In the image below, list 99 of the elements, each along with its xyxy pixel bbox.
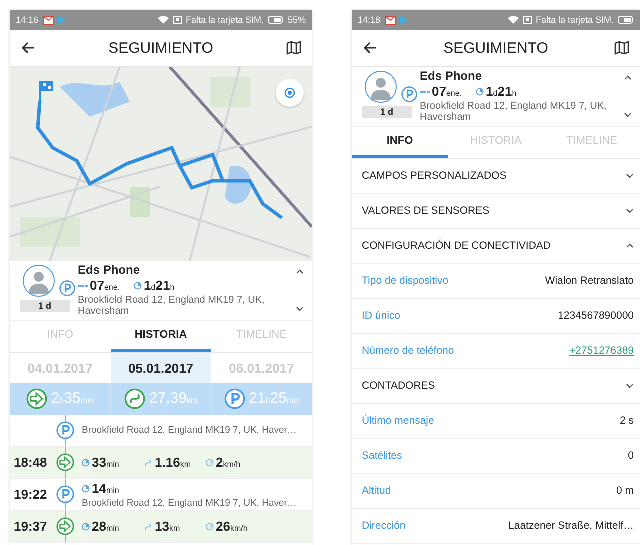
parking-icon	[56, 421, 74, 440]
battery-icon	[618, 16, 634, 24]
field-value: 1234567890000	[558, 310, 634, 322]
parking-icon	[56, 485, 74, 504]
back-arrow-icon[interactable]	[20, 40, 36, 56]
parking-row[interactable]: Brookfield Road 12, England MK19 7, UK, Haver…	[10, 415, 312, 447]
date-text: 07ene.	[90, 277, 120, 295]
address-text: Brookfield Road 12, England MK19 7, UK, Haver…	[82, 425, 298, 436]
map-icon[interactable]	[614, 40, 630, 56]
mail-icon	[384, 16, 396, 24]
distance-text: 1.16km	[155, 454, 191, 472]
sim-icon	[522, 16, 532, 24]
tab[interactable]: INFO	[352, 127, 448, 158]
route-circle-icon	[124, 388, 146, 410]
trip-total: 2h35min	[51, 390, 94, 408]
arrow-circle-icon	[26, 388, 48, 410]
time-badge: 1 d	[20, 300, 70, 312]
speed-text: 26km/h	[216, 518, 248, 536]
chevron-up-icon[interactable]	[624, 75, 632, 81]
duration-text: 28min	[92, 518, 120, 536]
screen-title: SEGUIMIENTO	[108, 40, 214, 56]
sim-icon	[172, 16, 182, 24]
arrow-circle-icon	[56, 517, 74, 536]
device-address: Brookfield Road 12, England MK19 7, UK, Haversham	[78, 295, 266, 317]
duration-text: 14min	[92, 480, 120, 498]
section-header[interactable]: VALORES DE SENSORES	[352, 194, 640, 229]
field-value: Wialon Retranslato	[545, 275, 634, 287]
field-label: Satélites	[362, 450, 404, 462]
section-title: VALORES DE SENSORES	[362, 205, 491, 217]
clock-icon	[82, 522, 90, 530]
chevron-down-icon[interactable]	[624, 112, 632, 118]
speedometer-icon	[206, 458, 214, 466]
chevron-up-icon[interactable]	[296, 269, 304, 275]
route-icon	[144, 522, 153, 530]
parking-icon	[59, 280, 76, 297]
mail-icon	[42, 16, 54, 24]
section-header[interactable]: CONTADORES	[352, 369, 640, 404]
map-drawing[interactable]	[10, 67, 312, 261]
time-badge: 1 d	[362, 106, 412, 118]
map-icon[interactable]	[286, 40, 302, 56]
field-label: Número de teléfono	[362, 345, 456, 357]
duration-text: 1d21h	[486, 83, 517, 101]
field-label: Altitud	[362, 485, 392, 497]
duration-text: 1d21h	[144, 277, 175, 295]
wifi-icon	[158, 16, 169, 24]
section-title: CONTADORES	[362, 380, 436, 392]
field-label: Último mensaje	[362, 415, 436, 427]
clock-icon	[134, 282, 142, 290]
parking-icon	[401, 86, 418, 103]
section-header[interactable]: CAMPOS PERSONALIZADOS	[352, 159, 640, 194]
time-text: 18:48	[14, 455, 48, 470]
speed-text: 2km/h	[216, 454, 241, 472]
field-label: Dirección	[362, 520, 407, 532]
clock-icon	[476, 88, 484, 96]
chevron-down-icon[interactable]	[296, 306, 304, 312]
status-text: Falta la tarjeta SIM.	[186, 15, 264, 25]
field-value: Laatzener Straße, Mittelf…	[508, 520, 634, 532]
clock-icon	[82, 485, 90, 493]
trip-row[interactable]: 18:48 33min 1.16km 2km/h	[10, 447, 312, 479]
address-text: Brookfield Road 12, England MK19 7, UK, Haver…	[82, 498, 298, 509]
battery-percent: 55%	[288, 15, 306, 25]
section-title: CAMPOS PERSONALIZADOS	[362, 170, 508, 182]
time-text: 19:37	[14, 519, 48, 534]
speedometer-icon	[206, 522, 214, 530]
parking-total: 21h25min	[249, 390, 300, 408]
battery-icon	[268, 16, 284, 24]
target-icon	[284, 87, 296, 99]
field-label: ID único	[362, 310, 402, 322]
signal-icon	[78, 283, 88, 289]
section-title: CONFIGURACIÓN DE CONECTIVIDAD	[362, 240, 552, 252]
field-label: Tipo de dispositivo	[362, 275, 450, 287]
field-value: 2 s	[620, 415, 634, 427]
signal-icon	[420, 89, 430, 95]
duration-text: 33min	[92, 454, 120, 472]
field-value: 0 m	[616, 485, 634, 497]
status-time: 14:16	[16, 15, 39, 25]
status-text: Falta la tarjeta SIM.	[536, 15, 614, 25]
distance-total: 27,39km	[149, 390, 198, 408]
time-text: 19:22	[14, 487, 48, 502]
device-name: Eds Phone	[420, 69, 484, 83]
arrow-circle-icon	[56, 453, 74, 472]
play-icon	[400, 16, 408, 24]
play-icon	[58, 16, 66, 24]
screen-title: SEGUIMIENTO	[442, 40, 550, 56]
parking-row[interactable]: 19:22 14min Brookfield Road 12, England MK19 7, UK, Haver…	[10, 479, 312, 511]
device-address: Brookfield Road 12, England MK19 7, UK, Haversham	[420, 101, 608, 123]
trip-row[interactable]: 19:37 28min 13km 26km/h	[10, 511, 312, 543]
route-icon	[144, 458, 153, 466]
distance-text: 13km	[155, 518, 180, 536]
section-header[interactable]: CONFIGURACIÓN DE CONECTIVIDAD	[352, 229, 640, 264]
date-text: 07ene.	[432, 83, 462, 101]
wifi-icon	[508, 16, 519, 24]
device-name: Eds Phone	[78, 263, 142, 277]
parking-icon	[224, 388, 246, 410]
clock-icon	[82, 458, 90, 466]
date-tab[interactable]: 05.01.2017	[110, 353, 212, 383]
back-arrow-icon[interactable]	[362, 40, 378, 56]
field-value: 0	[628, 450, 634, 462]
status-time: 14:18	[358, 15, 381, 25]
